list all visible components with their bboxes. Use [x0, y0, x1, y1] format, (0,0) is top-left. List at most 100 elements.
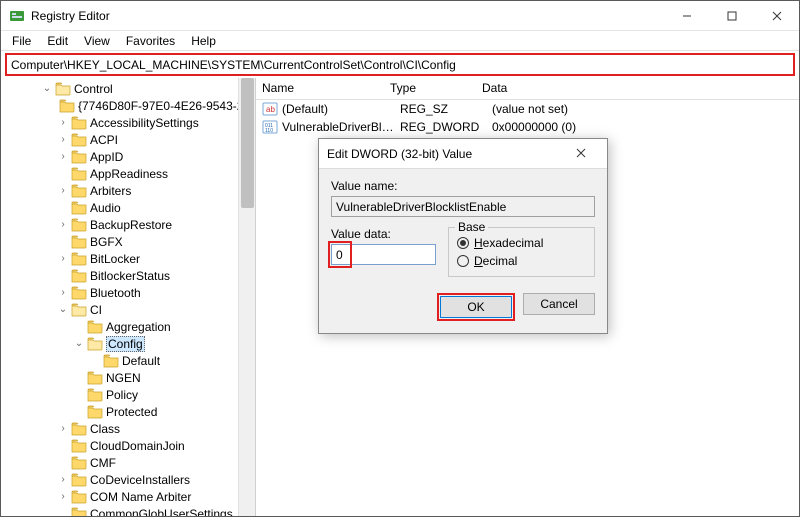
- tree-item[interactable]: ⌄Control: [41, 80, 255, 97]
- chevron-right-icon[interactable]: ›: [57, 254, 69, 264]
- chevron-right-icon[interactable]: ›: [57, 475, 69, 485]
- tree-item[interactable]: ›BackupRestore: [41, 216, 255, 233]
- window-controls: [664, 1, 799, 30]
- tree-item[interactable]: ›COM Name Arbiter: [41, 488, 255, 505]
- dialog-body: Value name: Value data: Base Hexadecimal…: [319, 169, 607, 333]
- tree-item[interactable]: › Arbiters: [41, 182, 255, 199]
- tree-item-label: CMF: [90, 456, 116, 470]
- value-name-field: [331, 196, 595, 217]
- cell-data: 0x00000000 (0): [492, 120, 799, 134]
- tree-item-label: BitlockerStatus: [90, 269, 170, 283]
- scrollbar-thumb[interactable]: [241, 78, 254, 208]
- chevron-down-icon[interactable]: ⌄: [73, 339, 85, 349]
- tree-item[interactable]: ›ACPI: [41, 131, 255, 148]
- app-icon: [9, 8, 25, 24]
- tree-item[interactable]: › BitLocker: [41, 250, 255, 267]
- list-header[interactable]: Name Type Data: [256, 78, 799, 100]
- dialog-close-button[interactable]: [563, 146, 599, 161]
- close-button[interactable]: [754, 1, 799, 30]
- chevron-right-icon[interactable]: ›: [57, 492, 69, 502]
- tree-item[interactable]: CloudDomainJoin: [41, 437, 255, 454]
- folder-icon: [87, 405, 103, 419]
- folder-icon: [71, 116, 87, 130]
- tree-item-label: AppReadiness: [90, 167, 168, 181]
- radio-decimal[interactable]: Decimal: [457, 254, 586, 268]
- menu-help[interactable]: Help: [184, 32, 223, 50]
- chevron-right-icon[interactable]: ›: [57, 135, 69, 145]
- chevron-right-icon[interactable]: ›: [57, 220, 69, 230]
- menu-favorites[interactable]: Favorites: [119, 32, 182, 50]
- cell-name: VulnerableDriverBloc...: [282, 120, 400, 134]
- tree-item[interactable]: NGEN: [41, 369, 255, 386]
- col-data[interactable]: Data: [476, 78, 799, 99]
- tree-item-label: AppID: [90, 150, 123, 164]
- tree-item-label: NGEN: [106, 371, 141, 385]
- tree-item-label: Audio: [90, 201, 121, 215]
- folder-icon: [87, 320, 103, 334]
- svg-text:ab: ab: [266, 105, 275, 114]
- cell-data: (value not set): [492, 102, 799, 116]
- tree-item[interactable]: CMF: [41, 454, 255, 471]
- tree-item[interactable]: Audio: [41, 199, 255, 216]
- tree-item[interactable]: AppReadiness: [41, 165, 255, 182]
- tree-item[interactable]: ⌄Config: [41, 335, 255, 352]
- binary-value-icon: 011110: [262, 119, 278, 135]
- tree-item[interactable]: › Bluetooth: [41, 284, 255, 301]
- list-row[interactable]: ab(Default)REG_SZ(value not set): [256, 100, 799, 118]
- dialog-title: Edit DWORD (32-bit) Value: [327, 147, 563, 161]
- maximize-button[interactable]: [709, 1, 754, 30]
- col-name[interactable]: Name: [256, 78, 384, 99]
- minimize-button[interactable]: [664, 1, 709, 30]
- tree-item-label: Arbiters: [90, 184, 131, 198]
- tree-item[interactable]: Policy: [41, 386, 255, 403]
- folder-icon: [71, 252, 87, 266]
- value-data-input[interactable]: [331, 244, 436, 265]
- folder-icon: [71, 235, 87, 249]
- tree-item[interactable]: ⌄ CI: [41, 301, 255, 318]
- chevron-down-icon[interactable]: ⌄: [57, 305, 69, 315]
- tree-item-label: CI: [90, 303, 102, 317]
- tree-item[interactable]: {7746D80F-97E0-4E26-9543-26B: [41, 97, 255, 114]
- tree-item-label: CloudDomainJoin: [90, 439, 185, 453]
- ok-button[interactable]: OK: [440, 296, 512, 318]
- chevron-down-icon[interactable]: ⌄: [41, 84, 53, 94]
- svg-text:110: 110: [265, 128, 273, 134]
- tree-item[interactable]: ›AccessibilitySettings: [41, 114, 255, 131]
- tree-pane[interactable]: ⌄Control{7746D80F-97E0-4E26-9543-26B›Acc…: [1, 78, 256, 516]
- folder-icon: [71, 422, 87, 436]
- tree-item-label: BitLocker: [90, 252, 140, 266]
- list-row[interactable]: 011110VulnerableDriverBloc...REG_DWORD0x…: [256, 118, 799, 136]
- menu-edit[interactable]: Edit: [40, 32, 75, 50]
- value-data-label: Value data:: [331, 227, 436, 241]
- radio-hexadecimal[interactable]: Hexadecimal: [457, 236, 586, 250]
- tree-item[interactable]: Aggregation: [41, 318, 255, 335]
- tree-item[interactable]: › AppID: [41, 148, 255, 165]
- chevron-right-icon[interactable]: ›: [57, 424, 69, 434]
- tree-item[interactable]: Protected: [41, 403, 255, 420]
- tree-item[interactable]: ›Class: [41, 420, 255, 437]
- chevron-right-icon[interactable]: ›: [57, 118, 69, 128]
- tree-item[interactable]: BGFX: [41, 233, 255, 250]
- cancel-button[interactable]: Cancel: [523, 293, 595, 315]
- menu-file[interactable]: File: [5, 32, 38, 50]
- folder-icon: [71, 286, 87, 300]
- tree-item[interactable]: CommonGlobUserSettings: [41, 505, 255, 516]
- tree-item[interactable]: BitlockerStatus: [41, 267, 255, 284]
- tree-scrollbar[interactable]: [238, 78, 255, 516]
- folder-icon: [87, 371, 103, 385]
- dialog-titlebar[interactable]: Edit DWORD (32-bit) Value: [319, 139, 607, 169]
- titlebar[interactable]: Registry Editor: [1, 1, 799, 31]
- tree-item[interactable]: Default: [41, 352, 255, 369]
- menu-view[interactable]: View: [77, 32, 117, 50]
- folder-icon: [71, 167, 87, 181]
- chevron-right-icon[interactable]: ›: [57, 152, 69, 162]
- tree-item-label: CommonGlobUserSettings: [90, 507, 233, 517]
- folder-icon: [55, 82, 71, 96]
- chevron-right-icon[interactable]: ›: [57, 288, 69, 298]
- tree-item[interactable]: ›CoDeviceInstallers: [41, 471, 255, 488]
- folder-icon: [71, 269, 87, 283]
- chevron-right-icon[interactable]: ›: [57, 186, 69, 196]
- tree-item-label: Bluetooth: [90, 286, 141, 300]
- address-bar[interactable]: Computer\HKEY_LOCAL_MACHINE\SYSTEM\Curre…: [5, 53, 795, 76]
- col-type[interactable]: Type: [384, 78, 476, 99]
